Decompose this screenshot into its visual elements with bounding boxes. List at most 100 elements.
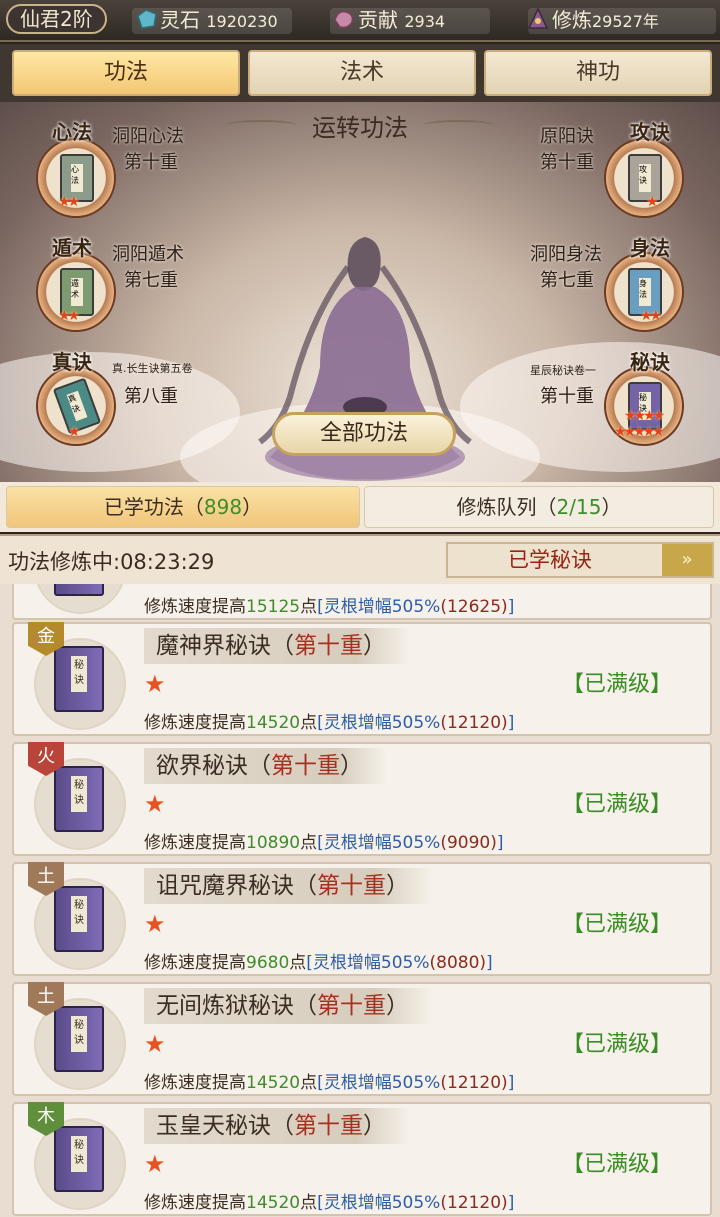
desc-value: 14520 — [246, 1073, 301, 1093]
skill-name-text: 诅咒魔界秘诀（ — [156, 873, 317, 899]
desc-bonus: [灵根增幅505% — [317, 1073, 441, 1093]
tab-shengong[interactable]: 神功 — [484, 50, 712, 96]
slot-level-mijue: 第十重 — [540, 386, 594, 407]
desc-bonus: [灵根增幅505% — [317, 597, 441, 617]
list-item[interactable]: 秘诀金魔神界秘诀（第十重） ★ 【已满级】 修炼速度提高14520点[灵根增幅505%… — [12, 622, 712, 736]
slot-level-dunshu: 第七重 — [124, 270, 178, 291]
skill-name-text: 玉皇天秘诀（ — [156, 1113, 294, 1139]
skill-name: 无间炼狱秘诀（第十重） — [144, 988, 433, 1024]
all-gongfa-button[interactable]: 全部功法 — [272, 412, 456, 456]
desc-extra: (12120) — [440, 713, 508, 733]
spirit-stone-value: 1920230 — [206, 12, 278, 31]
book-icon: 秘诀 — [54, 1126, 104, 1192]
desc-extra: (8080) — [429, 953, 487, 973]
skill-name-close: ） — [340, 753, 363, 779]
skill-name: 欲界秘诀（第十重） — [144, 748, 387, 784]
skill-name-close: ） — [386, 993, 409, 1019]
slot-level-shenfa: 第七重 — [540, 270, 594, 291]
queue-label: 修炼队列（ — [456, 495, 557, 519]
spirit-stone-resource[interactable]: 灵石 1920230 — [134, 6, 278, 34]
spirit-stone-label: 灵石 — [160, 8, 200, 32]
queue-close: ） — [601, 495, 622, 519]
star-rating: ★★★★ — [624, 408, 665, 424]
tab-cultivation-queue[interactable]: 修炼队列（2/15） — [364, 486, 714, 528]
skill-description: 修炼速度提高9680点[灵根增幅505%(8080)] — [144, 948, 493, 973]
status-badge: 【已满级】 — [561, 912, 672, 937]
list-item[interactable]: 秘诀木玉皇天秘诀（第十重） ★ 【已满级】 修炼速度提高14520点[灵根增幅505%… — [12, 1102, 712, 1216]
tab-gongfa[interactable]: 功法 — [12, 50, 240, 96]
slot-name-zhenjue: 真.长生诀第五卷 — [112, 362, 193, 375]
star-icon: ★ — [144, 910, 166, 938]
cultivation-resource[interactable]: 修炼29527年 — [526, 6, 659, 34]
tab-fashu[interactable]: 法术 — [248, 50, 476, 96]
star-rating: ★★ — [640, 308, 662, 324]
desc-bonus: [灵根增幅505% — [317, 833, 441, 853]
tab-learned-gongfa[interactable]: 已学功法（898） — [6, 486, 360, 528]
skill-name-text: 欲界秘诀（ — [156, 753, 271, 779]
skill-description: 修炼速度提高10890点[灵根增幅505%(9090)] — [144, 828, 504, 853]
skill-name: 魔神界秘诀（第十重） — [144, 628, 410, 664]
list-item[interactable]: 秘诀火欲界秘诀（第十重） ★ 【已满级】 修炼速度提高10890点[灵根增幅505%(… — [12, 742, 712, 856]
desc-extra: (12120) — [440, 1073, 508, 1093]
skill-name-text: 魔神界秘诀（ — [156, 633, 294, 659]
desc-prefix: 修炼速度提高 — [144, 713, 246, 733]
desc-value: 10890 — [246, 833, 301, 853]
desc-extra: (12120) — [440, 1193, 508, 1213]
desc-end: ] — [507, 597, 515, 617]
desc-prefix: 修炼速度提高 — [144, 1073, 246, 1093]
desc-unit: 点 — [300, 1193, 318, 1213]
skill-list[interactable]: 秘诀 修炼速度提高15125点[灵根增幅505%(12625)] 秘诀金魔神界秘… — [0, 584, 720, 1217]
book-label: 秘诀 — [71, 776, 87, 812]
desc-end: ] — [486, 953, 493, 973]
skill-name: 诅咒魔界秘诀（第十重） — [144, 868, 433, 904]
skill-description: 修炼速度提高14520点[灵根增幅505%(12120)] — [144, 708, 514, 733]
slot-gongjue[interactable]: 攻诀 — [604, 138, 684, 218]
skill-name: 玉皇天秘诀（第十重） — [144, 1108, 410, 1144]
desc-unit: 点 — [300, 1073, 318, 1093]
star-icon: ★ — [144, 670, 166, 698]
status-badge: 【已满级】 — [561, 792, 672, 817]
skill-name-close: ） — [363, 1113, 386, 1139]
desc-end: ] — [507, 1193, 515, 1213]
rank-badge[interactable]: 仙君2阶 — [6, 4, 107, 34]
filter-dropdown[interactable]: 已学秘诀 » — [446, 542, 714, 578]
learned-label: 已学功法（ — [103, 495, 204, 519]
skill-level: 第十重 — [271, 753, 340, 779]
slot-tag-dunshu: 遁术 — [52, 236, 92, 260]
status-row: 功法修炼中:08:23:29 已学秘诀 » — [0, 534, 720, 584]
learned-count: 898 — [203, 495, 243, 519]
list-item[interactable]: 秘诀土诅咒魔界秘诀（第十重） ★ 【已满级】 修炼速度提高9680点[灵根增幅505%… — [12, 862, 712, 976]
skill-description: 修炼速度提高14520点[灵根增幅505%(12120)] — [144, 1068, 514, 1093]
book-icon: 秘诀 — [54, 584, 104, 596]
stage-title: 运转功法 — [312, 114, 408, 142]
book-label: 遁术 — [71, 278, 83, 306]
slot-name-xinfa: 洞阳心法 — [112, 126, 184, 147]
slot-tag-gongjue: 攻诀 — [630, 120, 670, 144]
book-icon: 攻诀 — [628, 154, 662, 202]
cultivation-value: 29527年 — [592, 12, 659, 31]
slot-name-mijue: 星辰秘诀卷一 — [530, 364, 596, 377]
slot-level-gongjue: 第十重 — [540, 152, 594, 173]
book-label: 秘诀 — [71, 1016, 87, 1052]
skill-level: 第十重 — [317, 873, 386, 899]
status-badge: 【已满级】 — [561, 1032, 672, 1057]
skill-name-close: ） — [386, 873, 409, 899]
star-rating: ★★ — [58, 308, 80, 324]
slot-name-shenfa: 洞阳身法 — [530, 244, 602, 265]
desc-bonus: [灵根增幅505% — [317, 713, 441, 733]
star-icon: ★ — [144, 790, 166, 818]
cultivation-label: 修炼 — [552, 8, 592, 32]
slot-tag-xinfa: 心法 — [52, 120, 92, 144]
book-label: 身法 — [639, 278, 651, 306]
list-item-partial[interactable]: 秘诀 修炼速度提高15125点[灵根增幅505%(12625)] — [12, 584, 712, 620]
spirit-stone-icon — [134, 8, 158, 30]
skill-level: 第十重 — [294, 633, 363, 659]
skill-name-text: 无间炼狱秘诀（ — [156, 993, 317, 1019]
book-icon: 秘诀 — [54, 1006, 104, 1072]
desc-prefix: 修炼速度提高 — [144, 597, 246, 617]
desc-extra: (12625) — [440, 597, 508, 617]
sub-tabs: 已学功法（898） 修炼队列（2/15） — [0, 482, 720, 532]
contribution-resource[interactable]: 贡献 2934 — [332, 6, 445, 34]
chevron-down-icon[interactable]: » — [662, 544, 712, 576]
list-item[interactable]: 秘诀土无间炼狱秘诀（第十重） ★ 【已满级】 修炼速度提高14520点[灵根增幅505… — [12, 982, 712, 1096]
